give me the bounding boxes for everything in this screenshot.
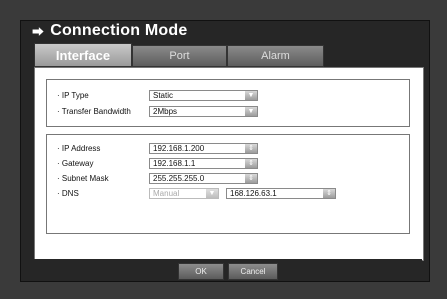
transfer-bandwidth-select[interactable]: 2Mbps ▼ (149, 105, 258, 117)
dns-mode-select: Manual ▼ (149, 187, 219, 199)
gateway-field[interactable]: 192.168.1.1 ⇕ (149, 157, 258, 169)
subnet-mask-row: · Subnet Mask 255.255.255.0 ⇕ (57, 171, 258, 185)
settings-panel: · IP Type Static ▼ · Transfer Bandwidth … (34, 67, 424, 261)
interface-group: · IP Type Static ▼ · Transfer Bandwidth … (46, 79, 410, 127)
dns-value: 168.126.63.1 (230, 188, 277, 198)
ip-type-row: · IP Type Static ▼ (57, 88, 258, 102)
gateway-value: 192.168.1.1 (153, 158, 196, 168)
ip-type-label: · IP Type (57, 90, 89, 100)
dns-label: · DNS (57, 188, 79, 198)
ip-address-field[interactable]: 192.168.1.200 ⇕ (149, 142, 258, 154)
network-group: · IP Address 192.168.1.200 ⇕ · Gateway 1… (46, 134, 410, 234)
stepper-icon[interactable]: ⇕ (245, 173, 257, 183)
gateway-row: · Gateway 192.168.1.1 ⇕ (57, 156, 258, 170)
ip-address-label: · IP Address (57, 143, 101, 153)
chevron-down-icon: ▼ (206, 188, 218, 198)
title-text: Connection Mode (50, 22, 188, 39)
transfer-bandwidth-row: · Transfer Bandwidth 2Mbps ▼ (57, 104, 258, 118)
ip-address-row: · IP Address 192.168.1.200 ⇕ (57, 141, 258, 155)
stepper-icon[interactable]: ⇕ (245, 158, 257, 168)
transfer-bandwidth-value: 2Mbps (153, 106, 178, 116)
subnet-mask-field[interactable]: 255.255.255.0 ⇕ (149, 172, 258, 184)
ip-address-value: 192.168.1.200 (153, 143, 205, 153)
stepper-icon[interactable]: ⇕ (245, 143, 257, 153)
dialog-title: ⮕ Connection Mode (32, 22, 187, 40)
dns-row: · DNS Manual ▼ 168.126.63.1 ⇕ (57, 186, 336, 200)
transfer-bandwidth-label: · Transfer Bandwidth (57, 106, 131, 116)
stepper-icon[interactable]: ⇕ (323, 188, 335, 198)
gateway-label: · Gateway (57, 158, 94, 168)
enter-arrow-icon: ⮕ (32, 24, 45, 39)
tab-alarm[interactable]: Alarm (227, 45, 324, 67)
ip-type-value: Static (153, 90, 174, 100)
ok-button[interactable]: OK (178, 263, 224, 280)
chevron-down-icon[interactable]: ▼ (245, 106, 257, 116)
cancel-button[interactable]: Cancel (228, 263, 278, 280)
ip-type-select[interactable]: Static ▼ (149, 89, 258, 101)
dns-field[interactable]: 168.126.63.1 ⇕ (226, 187, 336, 199)
tab-interface[interactable]: Interface (34, 43, 132, 67)
chevron-down-icon[interactable]: ▼ (245, 90, 257, 100)
dns-mode-value: Manual (153, 188, 180, 198)
subnet-mask-label: · Subnet Mask (57, 173, 109, 183)
subnet-mask-value: 255.255.255.0 (153, 173, 205, 183)
tab-port[interactable]: Port (132, 45, 227, 67)
